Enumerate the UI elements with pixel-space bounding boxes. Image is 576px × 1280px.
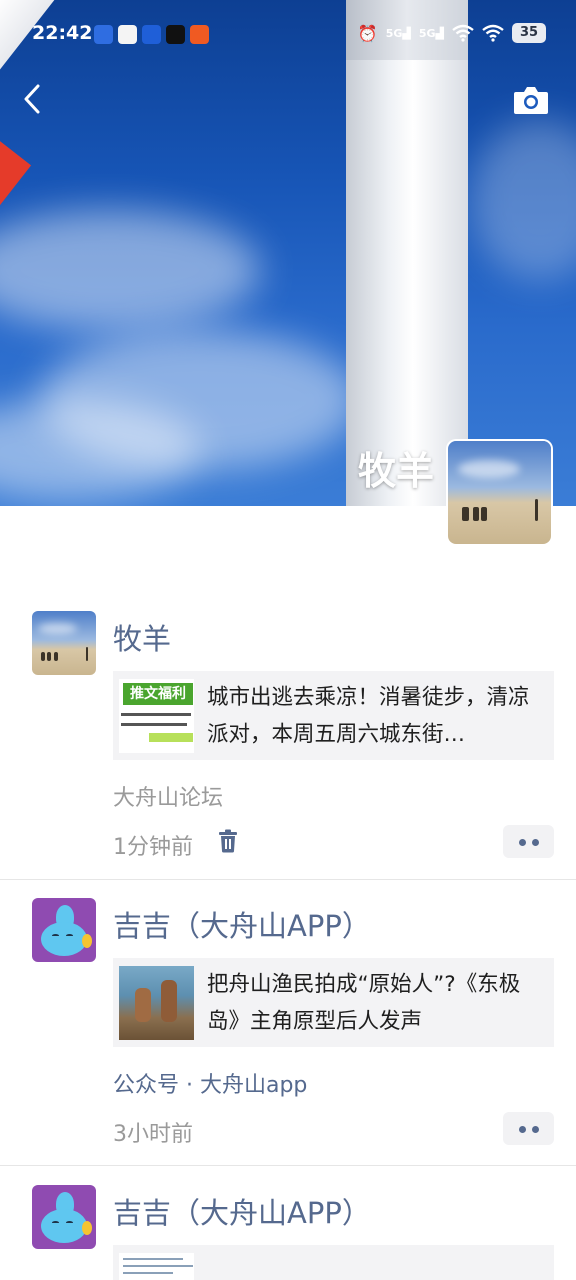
signal-icon-2: 5G▟ <box>418 26 444 40</box>
chevron-left-icon <box>24 84 40 114</box>
post-source: 大舟山论坛 <box>113 786 224 811</box>
post-source[interactable]: 公众号 · 大舟山app <box>113 1067 307 1099</box>
avatar[interactable] <box>32 898 96 962</box>
post-author[interactable]: 吉吉（大舟山APP） <box>113 1190 371 1232</box>
link-title: 城市出逃去乘凉！消暑徒步，清凉派对，本周五周六城东街… <box>207 685 530 747</box>
divider <box>0 879 576 880</box>
notification-icons <box>94 25 209 44</box>
tiktok-app-icon <box>166 25 185 44</box>
wifi-icon-2 <box>482 24 504 42</box>
turbine-tower <box>346 0 468 506</box>
divider <box>0 1165 576 1166</box>
camera-icon <box>514 87 548 114</box>
avatar[interactable] <box>32 611 96 675</box>
link-card[interactable] <box>113 1245 554 1280</box>
link-thumbnail <box>119 966 194 1040</box>
battery-indicator: 35 <box>512 23 546 43</box>
profile-avatar[interactable] <box>448 441 551 544</box>
post-time: 1分钟前 <box>113 835 193 860</box>
more-button[interactable] <box>503 1112 554 1145</box>
link-thumbnail: 推文福利 <box>119 679 194 753</box>
alarm-icon: ⏰ <box>357 23 378 43</box>
more-button[interactable] <box>503 825 554 858</box>
signal-icon-1: 5G▟ <box>385 26 411 40</box>
post-author[interactable]: 牧羊 <box>113 616 171 658</box>
back-button[interactable] <box>18 82 48 116</box>
camera-button[interactable] <box>512 84 550 116</box>
link-thumbnail <box>119 1253 194 1280</box>
cover-photo[interactable] <box>0 0 576 506</box>
post-author[interactable]: 吉吉（大舟山APP） <box>113 903 371 945</box>
baidu-app-icon <box>94 25 113 44</box>
status-bar: 22:42 ⏰ 5G▟ 5G▟ 35 <box>0 18 576 52</box>
thumb-label: 推文福利 <box>123 683 193 705</box>
link-card[interactable]: 把舟山渔民拍成“原始人”?《东极岛》主角原型后人发声 <box>113 958 554 1047</box>
link-card[interactable]: 推文福利 城市出逃去乘凉！消暑徒步，清凉派对，本周五周六城东街… <box>113 671 554 760</box>
mascot-avatar-icon <box>32 1185 96 1249</box>
shop-app-icon <box>190 25 209 44</box>
profile-name: 牧羊 <box>357 449 434 493</box>
mascot-avatar-icon <box>32 898 96 962</box>
news-app-icon <box>118 25 137 44</box>
wifi-icon <box>452 24 474 42</box>
avatar[interactable] <box>32 1185 96 1249</box>
post-time: 3小时前 <box>113 1122 193 1147</box>
system-icons: ⏰ 5G▟ 5G▟ 35 <box>358 23 546 43</box>
trash-icon <box>219 829 237 853</box>
status-time: 22:42 <box>32 22 93 44</box>
browser-app-icon <box>142 25 161 44</box>
link-title: 把舟山渔民拍成“原始人”?《东极岛》主角原型后人发声 <box>207 972 521 1034</box>
delete-button[interactable] <box>218 829 238 853</box>
